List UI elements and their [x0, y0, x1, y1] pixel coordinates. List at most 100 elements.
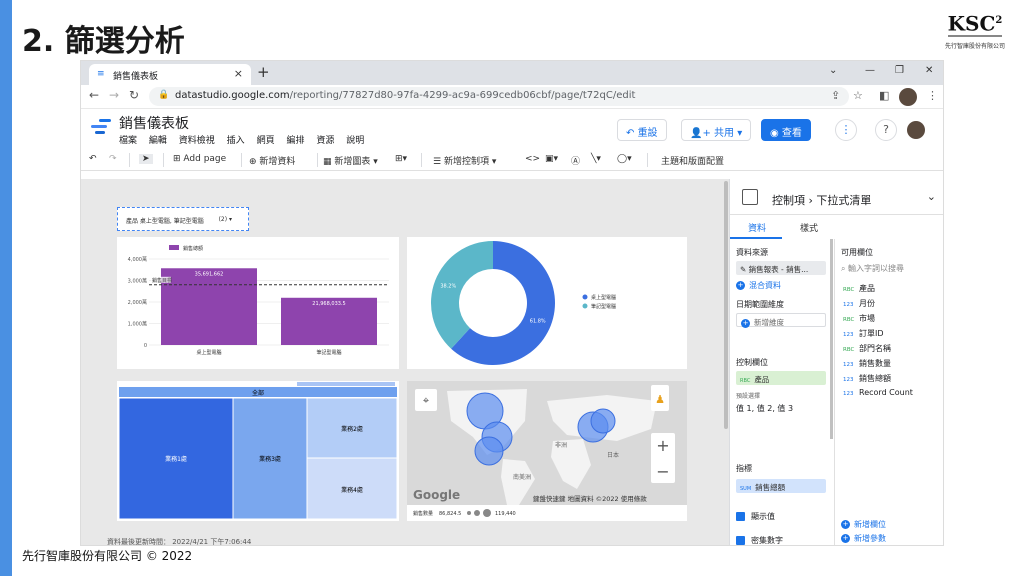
add-control-button[interactable]: ☰ 新增控制項 ▾: [433, 154, 496, 167]
undo-icon[interactable]: ↶: [89, 154, 97, 164]
theme-layout-button[interactable]: 主題和版面配置: [661, 154, 724, 167]
menu-help[interactable]: 說明: [346, 136, 364, 146]
close-window-button[interactable]: ✕: [925, 65, 933, 76]
image-icon[interactable]: ▣▾: [545, 154, 558, 164]
report-title[interactable]: 銷售儀表板: [119, 113, 189, 133]
field-search-input[interactable]: ⌕ 輸入字詞以搜尋: [841, 263, 904, 274]
bar-value-label: 21,968,033.5: [312, 301, 345, 307]
panel-scrollbar[interactable]: [830, 239, 833, 439]
zoom-in-icon[interactable]: +: [656, 436, 669, 455]
minimize-button[interactable]: —: [865, 65, 875, 76]
select-cursor-icon[interactable]: ➤: [139, 154, 153, 164]
x-tick-label: 桌上型電腦: [196, 349, 221, 356]
add-data-button[interactable]: ⊕ 新增資料: [249, 154, 295, 167]
panel-header: 控制項 › 下拉式清單 ⌄: [730, 179, 943, 215]
more-options-icon[interactable]: ⋮: [835, 119, 857, 141]
y-tick-label: 2,000萬: [128, 299, 147, 306]
field-item[interactable]: RBC 市場: [843, 313, 875, 324]
forward-arrow-icon[interactable]: →: [109, 88, 119, 102]
add-parameter-button[interactable]: + 新增參數: [841, 533, 886, 544]
browser-menu-icon[interactable]: ⋮: [927, 89, 938, 102]
embed-code-icon[interactable]: <>: [525, 154, 540, 164]
menu-insert[interactable]: 插入: [227, 136, 245, 146]
menu-view[interactable]: 資料檢視: [179, 136, 215, 146]
share-button[interactable]: 👤+ 共用 ▾: [681, 119, 752, 141]
compact-numbers-checkbox[interactable]: 密集數字: [736, 535, 783, 545]
tab-close-icon[interactable]: ×: [234, 67, 243, 80]
zoom-out-icon[interactable]: −: [656, 462, 669, 481]
text-box-icon[interactable]: Ⓐ: [571, 154, 580, 167]
field-name: 產品: [859, 284, 875, 293]
profile-avatar[interactable]: [899, 88, 917, 106]
metric-chip[interactable]: SUM 銷售總額: [736, 479, 826, 493]
product-filter-dropdown[interactable]: 產品 桌上型電腦, 筆記型電腦 (2) ▾: [117, 207, 249, 231]
field-type: 123: [843, 332, 854, 338]
menu-page[interactable]: 網頁: [257, 136, 275, 146]
add-field-button[interactable]: + 新增欄位: [841, 519, 886, 530]
show-values-checkbox[interactable]: 顯示值: [736, 511, 775, 522]
menu-arrange[interactable]: 編排: [286, 136, 304, 146]
browser-tab[interactable]: ≡ 銷售儀表板 ×: [89, 64, 251, 85]
add-page-button[interactable]: ⊞ Add page: [173, 154, 226, 164]
default-selection-label: 預設選擇: [736, 393, 761, 400]
shape-icon[interactable]: ◯▾: [617, 154, 632, 164]
add-chart-button[interactable]: ▦ 新增圖表 ▾: [323, 154, 378, 167]
map-attribution[interactable]: 鍵盤快速鍵 地圖資料 ©2022 使用條款: [533, 494, 647, 503]
y-tick-label: 0: [144, 343, 147, 349]
control-field-chip[interactable]: RBC 產品: [736, 371, 826, 385]
company-logo: KSC2 先行智庫股份有限公司: [940, 10, 1010, 58]
treemap-tile-label: 業務3處: [259, 455, 281, 463]
field-item[interactable]: RBC 部門名稱: [843, 343, 891, 354]
tab-search-icon[interactable]: ⌄: [829, 65, 837, 76]
url-field[interactable]: 🔒 datastudio.google.com/reporting/77827d…: [149, 87, 849, 106]
canvas-scrollbar[interactable]: [724, 181, 728, 429]
blend-label: 混合資料: [749, 281, 781, 290]
reset-button[interactable]: ↶ 重設: [617, 119, 667, 141]
field-item[interactable]: 123 Record Count: [843, 388, 913, 397]
last-updated-text: 資料最後更新時間： 2022/4/21 下午7:06:44: [107, 538, 252, 546]
menu-edit[interactable]: 編輯: [149, 136, 167, 146]
checkbox-icon: [736, 536, 745, 545]
menu-resource[interactable]: 資源: [316, 136, 334, 146]
legend-label: 銷售總額: [183, 245, 203, 252]
reload-icon[interactable]: ↻: [129, 88, 139, 102]
field-item[interactable]: 123 銷售數量: [843, 358, 891, 369]
maximize-button[interactable]: ❐: [895, 65, 904, 76]
blend-data-button[interactable]: + 混合資料: [736, 280, 781, 291]
report-menu: 檔案 編輯 資料檢視 插入 網頁 編排 資源 說明: [119, 133, 373, 146]
back-arrow-icon[interactable]: ←: [89, 88, 99, 102]
treemap-tile-label: 業務4處: [341, 486, 363, 494]
panel-tabs: 資料 樣式: [730, 215, 834, 239]
map-card[interactable]: 非洲 南美洲 日本 ⌖ ♟ + − Google 鍵盤快速鍵 地圖資料 ©202…: [407, 381, 687, 521]
community-viz-icon[interactable]: ⊞▾: [395, 154, 407, 164]
redo-icon[interactable]: ↷: [109, 154, 117, 164]
field-name: 月份: [859, 299, 875, 308]
bar-chart-card[interactable]: 銷售總額 4,000萬 3,000萬 2,000萬 1,000萬 0 35,691,662 桌…: [117, 237, 399, 369]
data-source-field[interactable]: ✎ 銷售報表 - 銷售...: [736, 261, 826, 275]
bookmark-star-icon[interactable]: ☆: [853, 89, 863, 102]
field-item[interactable]: 123 銷售總額: [843, 373, 891, 384]
user-avatar[interactable]: [907, 121, 925, 139]
side-panel-icon[interactable]: ◧: [879, 89, 889, 102]
line-icon[interactable]: ╲▾: [591, 154, 601, 164]
tab-style[interactable]: 樣式: [800, 221, 818, 234]
view-button[interactable]: ◉ 查看: [761, 119, 811, 141]
field-item[interactable]: 123 月份: [843, 298, 875, 309]
field-type: 123: [843, 377, 854, 383]
add-dimension-field[interactable]: + 新增維度: [736, 313, 826, 328]
add-icon: +: [841, 520, 850, 529]
map-bubble[interactable]: [590, 408, 616, 434]
menu-file[interactable]: 檔案: [119, 136, 137, 146]
treemap-tile-label: 業務2處: [341, 425, 363, 433]
share-page-icon[interactable]: ⇪: [831, 89, 840, 102]
field-item[interactable]: RBC 產品: [843, 283, 875, 294]
new-tab-button[interactable]: +: [257, 63, 270, 81]
chevron-down-icon[interactable]: ⌄: [927, 190, 936, 203]
field-item[interactable]: 123 訂單ID: [843, 328, 884, 339]
map-bubble[interactable]: [474, 436, 504, 466]
help-icon[interactable]: ?: [875, 119, 897, 141]
pie-chart-card[interactable]: 61.8% 桌上型電腦 38.2% 筆記型電腦: [407, 237, 687, 369]
treemap-card[interactable]: 全部 業務1處 業務3處 業務2處 業務4處: [117, 381, 399, 521]
show-values-label: 顯示值: [751, 512, 775, 521]
tab-data[interactable]: 資料: [748, 221, 766, 234]
